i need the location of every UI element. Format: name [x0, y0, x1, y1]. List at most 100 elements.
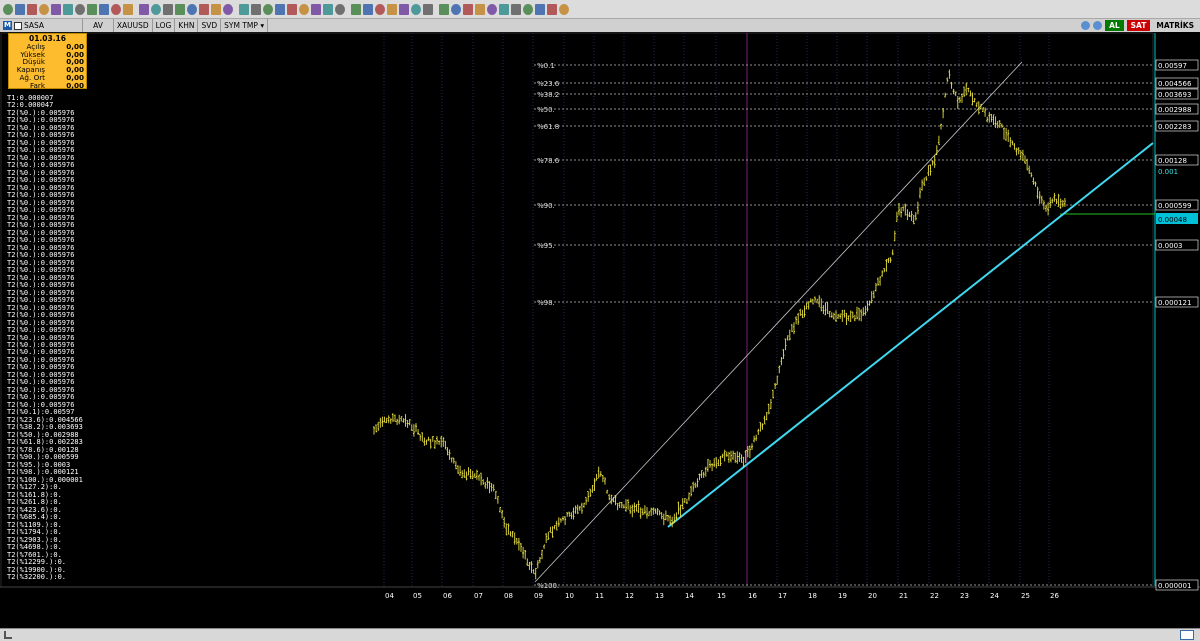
x-tick-label: 15 [717, 592, 726, 600]
center-icon[interactable] [475, 3, 485, 15]
x-tick-label: 17 [778, 592, 787, 600]
compare-icon[interactable] [299, 3, 309, 15]
left-icon[interactable] [487, 3, 497, 15]
last-price-label: 0.00048 [1158, 216, 1187, 224]
cloud-icon[interactable] [375, 3, 385, 15]
plot-area [0, 32, 1154, 588]
x-tick-label: 12 [625, 592, 634, 600]
fib-level-label: %90. [537, 202, 555, 210]
bars-icon[interactable] [239, 3, 249, 15]
x-tick-label: 07 [474, 592, 483, 600]
fib-level-label: %38.2 [537, 91, 559, 99]
x-tick-label: 19 [838, 592, 847, 600]
x-tick-label: 23 [960, 592, 969, 600]
fit-icon[interactable] [439, 3, 449, 15]
khn-button[interactable]: KHN [175, 19, 199, 32]
palette-icon[interactable] [387, 3, 397, 15]
fib-level-label: %98. [537, 299, 555, 307]
layout-icon[interactable] [323, 3, 333, 15]
trendline-icon[interactable] [51, 3, 61, 15]
status-bar [0, 628, 1200, 641]
x-tick-label: 10 [565, 592, 574, 600]
x-tick-label: 14 [685, 592, 694, 600]
price-label: 0.002988 [1158, 106, 1191, 114]
scroll-right-icon[interactable] [1180, 630, 1194, 640]
print-icon[interactable] [223, 3, 233, 15]
trend-value: T2(%32200.):0. [7, 573, 67, 581]
refresh-icon[interactable] [175, 3, 185, 15]
brand-logo: MATRİKS [1156, 21, 1194, 30]
alert-icon[interactable] [423, 3, 433, 15]
arrow-icon[interactable] [123, 3, 133, 15]
up-icon[interactable] [511, 3, 521, 15]
svd-button[interactable]: SVD [198, 19, 222, 32]
symtmp-button[interactable]: SYM TMP ▾ [221, 19, 269, 32]
compress-icon[interactable] [463, 3, 473, 15]
x-tick-label: 05 [413, 592, 422, 600]
table-icon[interactable] [287, 3, 297, 15]
zoom-out-icon[interactable] [547, 3, 557, 15]
x-tick-label: 21 [899, 592, 908, 600]
lock-icon[interactable] [3, 3, 13, 15]
fib-level-label: %61.8 [537, 123, 559, 131]
magnet-icon[interactable] [363, 3, 373, 15]
zoom-in-icon[interactable] [535, 3, 545, 15]
down-icon[interactable] [523, 3, 533, 15]
price-label: 0.004566 [1158, 80, 1192, 88]
price-label: 0.0003 [1158, 242, 1183, 250]
fib-level-label: %23.6 [537, 80, 560, 88]
right-icon[interactable] [499, 3, 509, 15]
eraser-icon[interactable] [139, 3, 149, 15]
chart-icon[interactable] [311, 3, 321, 15]
currency-button[interactable]: XAUUSD [114, 19, 153, 32]
x-tick-label: 24 [990, 592, 999, 600]
chevron-down-icon: ▾ [260, 21, 265, 30]
fib-level-label: %78.6 [537, 157, 560, 165]
price-label: 0.003693 [1158, 91, 1191, 99]
grid-icon[interactable] [251, 3, 261, 15]
channel-icon[interactable] [75, 3, 85, 15]
x-tick-label: 11 [595, 592, 604, 600]
cursor-icon[interactable] [15, 3, 25, 15]
fibonacci-icon[interactable] [87, 3, 97, 15]
indicator-icon[interactable] [263, 3, 273, 15]
fib-level-label: %100. [537, 582, 559, 590]
stats-icon[interactable] [275, 3, 285, 15]
undo-icon[interactable] [151, 3, 161, 15]
resize-handle-icon[interactable] [4, 631, 12, 639]
symbol-name: SASA [24, 21, 45, 30]
price-chart[interactable]: 04 05 06 07 08 09 10 11 12 13 14 15 16 17 18 19 20 21 22 23… [0, 32, 1200, 628]
log-button[interactable]: LOG [153, 19, 176, 32]
redo-icon[interactable] [163, 3, 173, 15]
link2-icon[interactable] [1093, 21, 1103, 30]
x-tick-label: 18 [808, 592, 817, 600]
bookmark-icon[interactable] [399, 3, 409, 15]
price-label: 0.002283 [1158, 123, 1191, 131]
brush-icon[interactable] [187, 3, 197, 15]
x-tick-label: 16 [748, 592, 757, 600]
pencil-icon[interactable] [63, 3, 73, 15]
crosshair-icon[interactable] [27, 3, 37, 15]
text-icon[interactable] [99, 3, 109, 15]
symbol-selector[interactable]: M SASA [0, 19, 84, 32]
paste-icon[interactable] [211, 3, 221, 15]
price-label: 0.000001 [1158, 582, 1191, 590]
sell-button[interactable]: SAT [1126, 20, 1151, 31]
help-icon[interactable] [559, 3, 569, 15]
copy-icon[interactable] [199, 3, 209, 15]
expand-vertical-icon[interactable] [451, 3, 461, 15]
period-button[interactable]: AV [83, 19, 114, 32]
x-tick-label: 13 [655, 592, 664, 600]
link-icon[interactable] [1081, 21, 1091, 30]
zoom-icon[interactable] [39, 3, 49, 15]
color-icon[interactable] [335, 3, 345, 15]
price-label: 0.00597 [1158, 62, 1187, 70]
info-row: Fark 0,00 [9, 81, 86, 90]
rectangle-icon[interactable] [111, 3, 121, 15]
price-label: 0.00128 [1158, 157, 1187, 165]
note-icon[interactable] [411, 3, 421, 15]
buy-button[interactable]: AL [1105, 20, 1124, 31]
ruler-icon[interactable] [351, 3, 361, 15]
x-tick-label: 09 [534, 592, 543, 600]
fib-level-label: %50. [537, 106, 555, 114]
